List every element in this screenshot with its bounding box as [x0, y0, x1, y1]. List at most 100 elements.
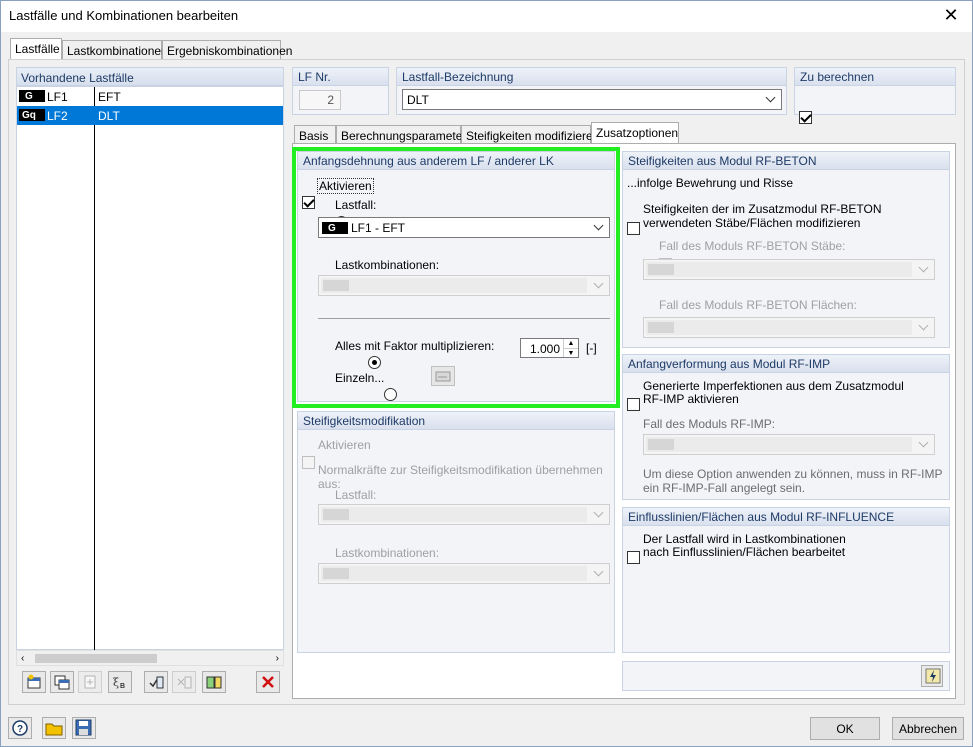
designation-combo[interactable]: DLT — [402, 89, 782, 110]
list-item-selected[interactable]: Gq LF2 DLT — [17, 106, 283, 125]
rf-beton-subtitle: ...infolge Bewehrung und Risse — [627, 176, 794, 190]
tab-label: Lastfälle — [15, 42, 60, 56]
lf-nr-field[interactable]: 2 — [299, 90, 341, 110]
activate-label[interactable]: Aktivieren — [317, 178, 374, 194]
tab-label: Berechnungsparameter — [341, 129, 467, 143]
tab-steifigkeiten-modifizieren[interactable]: Steifigkeiten modifizieren — [461, 125, 599, 145]
stiffness-loadcase-combo[interactable] — [318, 504, 610, 525]
list-item[interactable]: G LF1 EFT — [17, 87, 283, 106]
rf-influence-line1: Der Lastfall wird in Lastkombinationen — [643, 532, 846, 546]
rf-imp-hint-line1: Um diese Option anwenden zu können, muss… — [643, 467, 943, 481]
stiffness-combinations-label: Lastkombinationen: — [335, 546, 440, 560]
delete-button[interactable] — [256, 671, 280, 693]
column-divider — [94, 87, 95, 651]
copy-load-case-button[interactable] — [50, 671, 74, 693]
designation-value: DLT — [407, 93, 429, 107]
calc-checkbox[interactable] — [799, 111, 812, 124]
rf-imp-checkbox[interactable] — [627, 398, 640, 411]
multiply-label: Alles mit Faktor multiplizieren: — [335, 339, 495, 353]
placeholder-bar — [648, 322, 674, 333]
tab-label: Steifigkeiten modifizieren — [466, 129, 600, 143]
rf-beton-surfaces-combo[interactable] — [643, 317, 935, 338]
spin-down-icon[interactable]: ▼ — [563, 348, 578, 357]
chevron-down-icon — [765, 93, 777, 105]
check-list-button[interactable] — [144, 671, 168, 693]
rf-imp-case-combo[interactable] — [643, 434, 935, 455]
initial-strain-group: Anfangsdehnung aus anderem LF / anderer … — [297, 151, 615, 402]
tab-berechnungsparameter[interactable]: Berechnungsparameter — [336, 125, 466, 145]
tab-label: Ergebniskombinationen — [167, 44, 293, 58]
category-button[interactable]: ξB — [108, 671, 132, 693]
tab-ergebniskombinationen[interactable]: Ergebniskombinationen — [162, 40, 292, 60]
svg-text:B: B — [120, 683, 125, 690]
uncheck-list-button[interactable] — [172, 671, 196, 693]
stiffness-combinations-combo[interactable] — [318, 563, 610, 584]
help-icon[interactable]: ? — [8, 717, 32, 739]
load-case-nr: LF1 — [47, 90, 68, 104]
factor-stepper[interactable]: 1.000 ▲ ▼ — [520, 338, 579, 358]
individual-edit-button[interactable] — [431, 366, 455, 386]
initial-strain-title: Anfangsdehnung aus anderem LF / anderer … — [298, 152, 614, 170]
tab-lastfaelle[interactable]: Lastfälle — [10, 38, 62, 60]
ok-button[interactable]: OK — [810, 717, 880, 740]
scroll-left-icon[interactable]: ‹ — [21, 653, 24, 664]
loadcase-combo[interactable]: G LF1 - EFT — [318, 217, 610, 238]
close-icon[interactable]: ✕ — [939, 3, 963, 27]
new-load-case-button[interactable] — [22, 671, 46, 693]
renumber-button[interactable] — [78, 671, 102, 693]
chevron-down-icon — [918, 438, 930, 450]
rf-beton-group: Steifigkeiten aus Modul RF-BETON ...info… — [622, 151, 950, 348]
rf-imp-group: Anfangverformung aus Modul RF-IMP Generi… — [622, 354, 950, 500]
rf-beton-members-label: Fall des Moduls RF-BETON Stäbe: — [659, 239, 846, 253]
calc-group: Zu berechnen — [794, 67, 956, 124]
rf-beton-modify-checkbox[interactable] — [627, 222, 640, 235]
load-type-badge: G — [19, 90, 45, 102]
placeholder-bar — [648, 439, 674, 450]
rf-influence-group: Einflusslinien/Flächen aus Modul RF-INFL… — [622, 507, 950, 653]
scroll-right-icon[interactable]: › — [276, 653, 279, 664]
rf-beton-modify-line2: verwendeten Stäbe/Flächen modifizieren — [643, 216, 861, 230]
load-case-name: DLT — [98, 109, 120, 123]
scrollbar-thumb[interactable] — [35, 654, 157, 663]
select-list-button[interactable] — [202, 671, 226, 693]
combo-field — [646, 320, 912, 335]
individual-radio[interactable] — [384, 388, 398, 401]
tab-label: Zusatzoptionen — [596, 126, 679, 140]
svg-text:?: ? — [17, 724, 23, 735]
rf-beton-members-combo[interactable] — [643, 259, 935, 280]
chevron-down-icon — [918, 263, 930, 275]
save-icon[interactable] — [72, 717, 96, 739]
load-cases-title: Vorhandene Lastfälle — [21, 71, 134, 85]
spin-up-icon[interactable]: ▲ — [563, 339, 578, 348]
horizontal-scrollbar[interactable]: ‹ › — [16, 650, 284, 666]
options-action-strip — [622, 661, 950, 691]
activate-checkbox[interactable] — [302, 196, 315, 209]
rf-imp-line1: Generierte Imperfektionen aus dem Zusatz… — [643, 379, 904, 393]
placeholder-bar — [323, 280, 349, 291]
open-folder-icon[interactable] — [42, 717, 66, 739]
cancel-button[interactable]: Abbrechen — [892, 717, 964, 740]
load-cases-list[interactable]: G LF1 EFT Gq LF2 DLT — [16, 86, 284, 651]
load-type-badge: Gq — [19, 109, 45, 121]
tab-basis[interactable]: Basis — [294, 125, 336, 145]
stiffness-activate-checkbox[interactable] — [302, 456, 315, 469]
tab-lastkombinationen[interactable]: Lastkombinationen — [62, 40, 168, 60]
placeholder-bar — [323, 568, 349, 579]
combo-field — [646, 437, 912, 452]
loadcase-radio-label: Lastfall: — [335, 198, 377, 212]
title-bar: Lastfälle und Kombinationen bearbeiten ✕ — [0, 0, 973, 32]
rf-influence-checkbox[interactable] — [627, 551, 640, 564]
combinations-combo[interactable] — [318, 275, 610, 296]
multiply-radio[interactable] — [368, 356, 382, 369]
chevron-down-icon — [593, 508, 605, 520]
combinations-radio-label: Lastkombinationen: — [335, 258, 440, 272]
chevron-down-icon — [593, 221, 605, 233]
designation-group: Lastfall-Bezeichnung DLT — [396, 67, 787, 115]
rf-imp-title: Anfangverformung aus Modul RF-IMP — [623, 355, 949, 373]
stiffness-description: Normalkräfte zur Steifigkeitsmodifikatio… — [318, 463, 603, 491]
factor-value[interactable]: 1.000 — [530, 342, 560, 356]
stiffness-loadcase-label: Lastfall: — [335, 488, 377, 502]
load-cases-header: Vorhandene Lastfälle — [16, 67, 284, 86]
tab-zusatzoptionen[interactable]: Zusatzoptionen — [591, 122, 679, 144]
lightning-icon[interactable] — [921, 665, 943, 687]
